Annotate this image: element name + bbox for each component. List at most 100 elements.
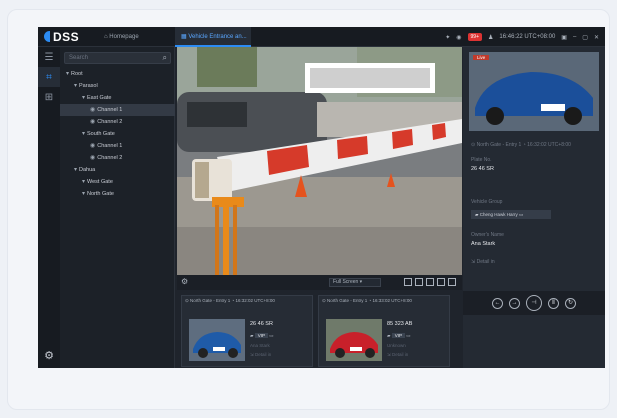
screen-mode-value: Full Screen: [333, 279, 359, 285]
group-label: Vehicle Group: [471, 199, 503, 205]
tree-node[interactable]: ◉ Channel 1: [60, 104, 175, 116]
search-icon[interactable]: ⌕: [163, 53, 167, 63]
pause-icon[interactable]: Ⅱ: [548, 297, 559, 309]
layout-4-icon[interactable]: [404, 278, 412, 286]
barrier-gate-scene: [177, 47, 462, 275]
tree-node-label: North Gate: [87, 191, 114, 197]
event-channel: North Gate - Entry 1: [190, 298, 231, 303]
tree-node[interactable]: ▾ North Gate: [60, 188, 175, 200]
tree-node[interactable]: ▾ Parasol: [60, 80, 175, 92]
tree-node[interactable]: ▾ South Gate: [60, 128, 175, 140]
event-detail-label: Detail in: [392, 352, 409, 357]
event-detail-link[interactable]: ⇲ Detail in: [387, 352, 408, 358]
device-tree: ▾ Root ▾ Parasol ▾ East Gate ◉ Channel 1 ◉ Channe…: [60, 68, 175, 200]
event-detail-label: Detail in: [255, 352, 272, 357]
vehicle-thumbnail[interactable]: [189, 319, 245, 361]
camera-icon: ◉: [90, 119, 96, 125]
event-list-tag: ▰ VIP ▭: [387, 333, 411, 338]
tab-vehicle-entrance[interactable]: ▦ Vehicle Entrance an...: [175, 27, 251, 47]
group-select[interactable]: ▰ Cheng Hawk Harry ▭: [471, 210, 551, 219]
event-list-value: VIP: [254, 333, 268, 338]
fullscreen-icon[interactable]: [448, 278, 456, 286]
expand-icon: ▾: [82, 179, 86, 185]
lock-icon[interactable]: ▣: [561, 34, 567, 41]
menu-icon[interactable]: ☰: [38, 47, 60, 67]
event-time: 16:32:02 UTC+8:00: [235, 298, 275, 303]
tree-node-label: Channel 2: [97, 119, 123, 125]
title-bar: DSS ⌂ Homepage ▦ Vehicle Entrance an... …: [38, 27, 605, 47]
layout-6-icon[interactable]: [415, 278, 423, 286]
event-plate: 26 46 SR: [250, 321, 273, 327]
tree-node-label: Dahua: [79, 167, 96, 173]
logo-mark-icon: [44, 31, 50, 42]
snapshot-meta: ⊙ North Gate - Entry 1 ◔ 16:32:02 UTC+8:…: [471, 142, 571, 148]
car-snapshot: [469, 52, 599, 131]
detail-link[interactable]: ⇲ Detail in: [471, 259, 495, 265]
event-card[interactable]: ⊙ North Gate - Entry 1 ◔ 16:33:02 UTC+8:…: [318, 295, 450, 367]
app-logo-text: DSS: [53, 30, 80, 44]
prev-icon[interactable]: ←: [492, 297, 503, 309]
event-time: 16:33:02 UTC+8:00: [372, 298, 412, 303]
group-value: Cheng Hawk Harry: [479, 212, 518, 217]
tree-node-label: West Gate: [87, 179, 113, 185]
refresh-icon[interactable]: ↻: [565, 297, 576, 309]
tab-homepage-label: Homepage: [109, 34, 139, 40]
app-logo: DSS: [44, 30, 79, 44]
vehicle-detail-panel: Live ⊙ North Gate - Entry 1 ◔ 16:32:02 U…: [463, 47, 605, 368]
camera-icon: ◉: [90, 107, 96, 113]
maximize-icon[interactable]: ▢: [582, 34, 588, 41]
tree-node[interactable]: ◉ Channel 1: [60, 140, 175, 152]
device-tree-panel: Search ⌕ ▾ Root ▾ Parasol ▾ East Gate ◉ Channel…: [60, 47, 175, 368]
tree-node[interactable]: ◉ Channel 2: [60, 152, 175, 164]
title-bar-right: ✦ ◉ 99+ ♟ 16:46:22 UTC+08:00 ▣ – ▢ ✕: [445, 27, 599, 47]
camera-icon: ◉: [90, 155, 96, 161]
tree-node[interactable]: ▾ Root: [60, 68, 175, 80]
minimize-icon[interactable]: –: [573, 34, 576, 40]
event-header: ⊙ North Gate - Entry 1 ◔ 16:32:02 UTC+8:…: [185, 298, 275, 303]
tree-node[interactable]: ▾ West Gate: [60, 176, 175, 188]
screen-mode-select[interactable]: Full Screen ▾: [329, 278, 381, 287]
user-icon[interactable]: ♟: [488, 34, 493, 41]
left-rail: ☰ ⌗ ⊞ ⚙: [38, 47, 60, 368]
pin-icon[interactable]: ✦: [445, 34, 450, 41]
snapshot-controls: ← → ⊣ Ⅱ ↻: [463, 291, 605, 315]
vehicle-thumbnail[interactable]: [326, 319, 382, 361]
live-video-view[interactable]: [177, 47, 462, 275]
open-gate-icon[interactable]: ⊣: [526, 295, 542, 311]
tree-node-label: Root: [71, 71, 83, 77]
event-channel: North Gate - Entry 1: [327, 298, 368, 303]
event-plate: 85 323 AB: [387, 321, 413, 327]
tree-node[interactable]: ▾ Dahua: [60, 164, 175, 176]
close-icon[interactable]: ✕: [594, 34, 599, 41]
event-list-value: VIP: [391, 333, 405, 338]
gear-icon[interactable]: ⚙: [38, 349, 60, 362]
tree-node-label: Channel 1: [97, 143, 123, 149]
tree-node-label: East Gate: [87, 95, 112, 101]
event-owner: Unknown: [387, 343, 406, 348]
tree-node[interactable]: ◉ Channel 2: [60, 116, 175, 128]
search-placeholder: Search: [69, 55, 89, 61]
tree-node-label: Channel 1: [97, 107, 123, 113]
expand-icon: ▾: [66, 71, 70, 77]
tab-vehicle-entrance-label: Vehicle Entrance an...: [188, 34, 247, 40]
tree-search-input[interactable]: Search ⌕: [64, 52, 171, 64]
settings-small-icon[interactable]: ⚙: [181, 277, 188, 286]
alarm-count-badge: 99+: [467, 33, 483, 41]
event-header: ⊙ North Gate - Entry 1 ◔ 16:33:02 UTC+8:…: [322, 298, 412, 303]
layout-custom-icon[interactable]: [437, 278, 445, 286]
tree-node-label: South Gate: [87, 131, 115, 137]
event-list-tag: ▰ VIP ▭: [250, 333, 274, 338]
tab-homepage[interactable]: ⌂ Homepage: [100, 27, 172, 47]
layout-9-icon[interactable]: [426, 278, 434, 286]
snapshot-image[interactable]: Live: [469, 52, 599, 131]
tree-node[interactable]: ▾ East Gate: [60, 92, 175, 104]
expand-icon: ▾: [82, 131, 86, 137]
event-detail-link[interactable]: ⇲ Detail in: [250, 352, 271, 358]
record-search-icon[interactable]: ⊞: [38, 87, 60, 107]
alarm-icon[interactable]: ◉: [456, 34, 461, 41]
event-card[interactable]: ⊙ North Gate - Entry 1 ◔ 16:32:02 UTC+8:…: [181, 295, 313, 367]
live-view-icon[interactable]: ⌗: [38, 67, 60, 87]
plate-label: Plate No.: [471, 157, 492, 163]
event-owner: Ana Stark: [250, 343, 270, 348]
next-icon[interactable]: →: [509, 297, 520, 309]
